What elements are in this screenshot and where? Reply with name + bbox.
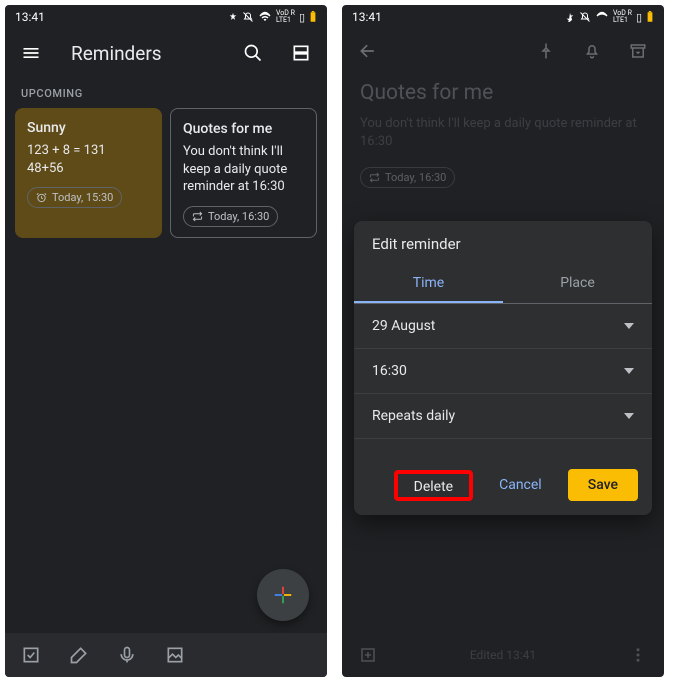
image-icon[interactable] (163, 643, 187, 667)
sheet-actions: Delete Cancel Save (354, 439, 652, 515)
more-icon[interactable] (626, 643, 650, 667)
status-icons: VoD RLTE1 ▯ (228, 10, 317, 24)
clock: 13:41 (15, 10, 45, 24)
checkbox-icon[interactable] (19, 643, 43, 667)
reminder-card[interactable]: Sunny 123 + 8 = 131 48+56 Today, 15:30 (15, 108, 162, 238)
section-label: UPCOMING (5, 77, 327, 108)
field-repeat[interactable]: Repeats daily (354, 394, 652, 439)
card-title: Quotes for me (183, 121, 304, 137)
reminder-chip[interactable]: Today, 16:30 (360, 167, 455, 188)
menu-icon[interactable] (19, 41, 43, 65)
bell-icon[interactable] (580, 39, 604, 63)
chevron-down-icon (624, 323, 634, 329)
reminder-chip: Today, 15:30 (27, 187, 122, 208)
note-body: You don't think I'll keep a daily quote … (342, 111, 664, 161)
chevron-down-icon (624, 413, 634, 419)
page-title: Reminders (71, 42, 217, 65)
detail-appbar (342, 29, 664, 73)
edited-label: Edited 13:41 (470, 648, 536, 662)
mic-icon[interactable] (115, 643, 139, 667)
cancel-button[interactable]: Cancel (487, 469, 554, 501)
brush-icon[interactable] (67, 643, 91, 667)
field-date[interactable]: 29 August (354, 304, 652, 349)
alarm-icon (36, 192, 47, 203)
phone-right: 13:41 VoD RLTE1 ▯ Quotes for me You don'… (342, 5, 664, 677)
tab-time[interactable]: Time (354, 263, 503, 303)
app-bar: Reminders (5, 29, 327, 77)
add-icon[interactable] (356, 643, 380, 667)
chevron-down-icon (624, 368, 634, 374)
sheet-title: Edit reminder (354, 221, 652, 263)
cards-grid: Sunny 123 + 8 = 131 48+56 Today, 15:30 Q… (5, 108, 327, 238)
note-title: Quotes for me (342, 73, 664, 111)
view-toggle-icon[interactable] (289, 41, 313, 65)
bottom-toolbar (5, 633, 327, 677)
card-title: Sunny (27, 120, 150, 136)
fab-new-note[interactable] (257, 569, 309, 621)
reminder-chip: Today, 16:30 (183, 206, 278, 227)
status-icons: VoD RLTE1 ▯ (565, 10, 654, 24)
edit-reminder-sheet: Edit reminder Time Place 29 August 16:30… (354, 221, 652, 515)
clock: 13:41 (352, 10, 382, 24)
phone-left: 13:41 VoD RLTE1 ▯ Reminders UPCOMING Sun… (5, 5, 327, 677)
search-icon[interactable] (241, 41, 265, 65)
status-bar: 13:41 VoD RLTE1 ▯ (5, 5, 327, 29)
delete-button[interactable]: Delete (402, 471, 465, 503)
note-chip-row: Today, 16:30 (342, 161, 664, 194)
status-bar: 13:41 VoD RLTE1 ▯ (342, 5, 664, 29)
highlight-delete: Delete (394, 470, 473, 501)
bottom-toolbar: Edited 13:41 (342, 633, 664, 677)
tab-place[interactable]: Place (503, 263, 652, 303)
back-icon[interactable] (356, 39, 380, 63)
field-time[interactable]: 16:30 (354, 349, 652, 394)
card-body: 123 + 8 = 131 48+56 (27, 142, 150, 177)
repeat-icon (192, 211, 203, 222)
reminder-card-highlighted[interactable]: Quotes for me You don't think I'll keep … (170, 108, 317, 238)
sheet-tabs: Time Place (354, 263, 652, 303)
card-body: You don't think I'll keep a daily quote … (183, 143, 304, 196)
save-button[interactable]: Save (568, 469, 638, 501)
pin-icon[interactable] (534, 39, 558, 63)
archive-icon[interactable] (626, 39, 650, 63)
repeat-icon (369, 172, 380, 183)
